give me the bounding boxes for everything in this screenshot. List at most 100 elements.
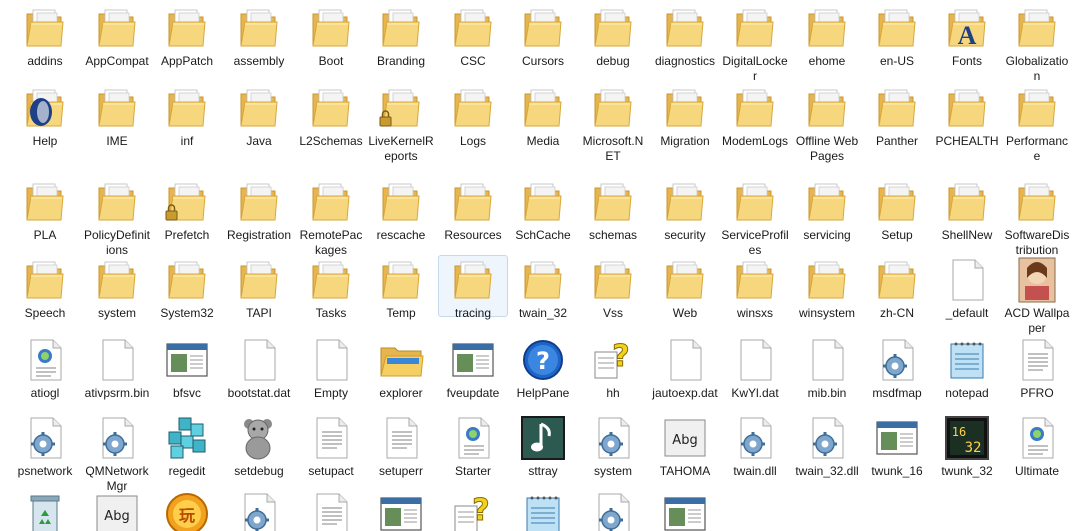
file-item-atiogl[interactable]: atiogl: [10, 336, 80, 401]
file-item-migration[interactable]: Migration: [650, 84, 720, 149]
file-item-fveupdate[interactable]: fveupdate: [438, 336, 508, 401]
file-item-qmnetworkmgr[interactable]: QMNetworkMgr: [82, 414, 152, 494]
file-item-zh-cn[interactable]: zh-CN: [862, 256, 932, 321]
file-item-globalization[interactable]: Globalization: [1002, 4, 1072, 84]
file-item-web[interactable]: Web: [650, 256, 720, 321]
file-item-partial[interactable]: Abg: [82, 490, 152, 531]
file-item-ativpsrm-bin[interactable]: ativpsrm.bin: [82, 336, 152, 401]
file-item-rescache[interactable]: rescache: [366, 178, 436, 243]
file-item-twain-32-dll[interactable]: twain_32.dll: [792, 414, 862, 479]
file-item-tracing[interactable]: tracing: [438, 255, 508, 320]
file-item-policydefinitions[interactable]: PolicyDefinitions: [82, 178, 152, 258]
file-item-mib-bin[interactable]: mib.bin: [792, 336, 862, 401]
file-item-kwyl-dat[interactable]: KwYl.dat: [720, 336, 790, 401]
file-item-system[interactable]: system: [578, 414, 648, 479]
file-item-digitallocker[interactable]: DigitalLocker: [720, 4, 790, 84]
file-item-helppane[interactable]: ? HelpPane: [508, 336, 578, 401]
file-item-twunk-32[interactable]: 16 32 twunk_32: [932, 414, 1002, 479]
file-item-ultimate[interactable]: Ultimate: [1002, 414, 1072, 479]
file-item-registration[interactable]: Registration: [224, 178, 294, 243]
file-item-bootstat-dat[interactable]: bootstat.dat: [224, 336, 294, 401]
file-item-remotepackages[interactable]: RemotePackages: [296, 178, 366, 258]
file-item-twain-dll[interactable]: twain.dll: [720, 414, 790, 479]
file-item-appcompat[interactable]: AppCompat: [82, 4, 152, 69]
file-item-fonts[interactable]: A Fonts: [932, 4, 1002, 69]
file-item-shellnew[interactable]: ShellNew: [932, 178, 1002, 243]
file-item-pfro[interactable]: PFRO: [1002, 336, 1072, 401]
file-item-serviceprofiles[interactable]: ServiceProfiles: [720, 178, 790, 258]
file-item-partial[interactable]: [296, 490, 366, 531]
file-item-temp[interactable]: Temp: [366, 256, 436, 321]
file-item-regedit[interactable]: regedit: [152, 414, 222, 479]
file-item-partial[interactable]: [578, 490, 648, 531]
file-item-acd-wallpaper[interactable]: ACD Wallpaper: [1002, 256, 1072, 336]
file-item-l2schemas[interactable]: L2Schemas: [296, 84, 366, 149]
file-item-winsxs[interactable]: winsxs: [720, 256, 790, 321]
file-item-partial[interactable]: [224, 490, 294, 531]
file-item-help[interactable]: Help: [10, 84, 80, 149]
file-item-partial[interactable]: 玩: [152, 490, 222, 531]
file-item-schcache[interactable]: SchCache: [508, 178, 578, 243]
file-item-apppatch[interactable]: AppPatch: [152, 4, 222, 69]
file-item-addins[interactable]: addins: [10, 4, 80, 69]
file-item-system[interactable]: system: [82, 256, 152, 321]
file-item-twain-32[interactable]: twain_32: [508, 256, 578, 321]
file-item-ehome[interactable]: ehome: [792, 4, 862, 69]
file-item-boot[interactable]: Boot: [296, 4, 366, 69]
file-item-tasks[interactable]: Tasks: [296, 256, 366, 321]
file-item-tapi[interactable]: TAPI: [224, 256, 294, 321]
file-item-default[interactable]: _default: [932, 256, 1002, 321]
file-item-setdebug[interactable]: setdebug: [224, 414, 294, 479]
file-item-partial[interactable]: ?: [438, 490, 508, 531]
file-item-empty[interactable]: Empty: [296, 336, 366, 401]
file-item-servicing[interactable]: servicing: [792, 178, 862, 243]
file-item-cursors[interactable]: Cursors: [508, 4, 578, 69]
file-item-pchealth[interactable]: PCHEALTH: [932, 84, 1002, 149]
file-item-jautoexp-dat[interactable]: jautoexp.dat: [650, 336, 720, 401]
file-item-system32[interactable]: System32: [152, 256, 222, 321]
file-item-bfsvc[interactable]: bfsvc: [152, 336, 222, 401]
file-item-performance[interactable]: Performance: [1002, 84, 1072, 164]
file-item-schemas[interactable]: schemas: [578, 178, 648, 243]
file-item-setupact[interactable]: setupact: [296, 414, 366, 479]
file-item-notepad[interactable]: notepad: [932, 336, 1002, 401]
file-item-offline-web-pages[interactable]: Offline Web Pages: [792, 84, 862, 164]
file-item-partial[interactable]: [366, 490, 436, 531]
file-item-pla[interactable]: PLA: [10, 178, 80, 243]
file-item-psnetwork[interactable]: psnetwork: [10, 414, 80, 479]
file-item-csc[interactable]: CSC: [438, 4, 508, 69]
file-item-security[interactable]: security: [650, 178, 720, 243]
file-item-media[interactable]: Media: [508, 84, 578, 149]
file-item-prefetch[interactable]: Prefetch: [152, 178, 222, 243]
file-item-explorer[interactable]: explorer: [366, 336, 436, 401]
file-item-twunk-16[interactable]: twunk_16: [862, 414, 932, 479]
file-item-branding[interactable]: Branding: [366, 4, 436, 69]
file-item-diagnostics[interactable]: diagnostics: [650, 4, 720, 69]
file-item-starter[interactable]: Starter: [438, 414, 508, 479]
file-item-assembly[interactable]: assembly: [224, 4, 294, 69]
file-item-partial[interactable]: [650, 490, 720, 531]
file-item-partial[interactable]: [10, 490, 80, 531]
file-item-debug[interactable]: debug: [578, 4, 648, 69]
file-item-partial[interactable]: [508, 490, 578, 531]
file-item-tahoma[interactable]: Abg TAHOMA: [650, 414, 720, 479]
file-item-en-us[interactable]: en-US: [862, 4, 932, 69]
file-item-logs[interactable]: Logs: [438, 84, 508, 149]
file-item-vss[interactable]: Vss: [578, 256, 648, 321]
file-item-softwaredistribution[interactable]: SoftwareDistribution: [1002, 178, 1072, 258]
file-item-panther[interactable]: Panther: [862, 84, 932, 149]
file-item-java[interactable]: Java: [224, 84, 294, 149]
file-item-livekernelreports[interactable]: LiveKernelReports: [366, 84, 436, 164]
file-item-winsystem[interactable]: winsystem: [792, 256, 862, 321]
file-item-resources[interactable]: Resources: [438, 178, 508, 243]
file-item-hh[interactable]: ? hh: [578, 336, 648, 401]
file-item-sttray[interactable]: sttray: [508, 414, 578, 479]
file-item-modemlogs[interactable]: ModemLogs: [720, 84, 790, 149]
file-item-setup[interactable]: Setup: [862, 178, 932, 243]
file-item-setuperr[interactable]: setuperr: [366, 414, 436, 479]
file-item-msdfmap[interactable]: msdfmap: [862, 336, 932, 401]
file-item-microsoft-net[interactable]: Microsoft.NET: [578, 84, 648, 164]
file-item-inf[interactable]: inf: [152, 84, 222, 149]
file-item-speech[interactable]: Speech: [10, 256, 80, 321]
file-item-ime[interactable]: IME: [82, 84, 152, 149]
